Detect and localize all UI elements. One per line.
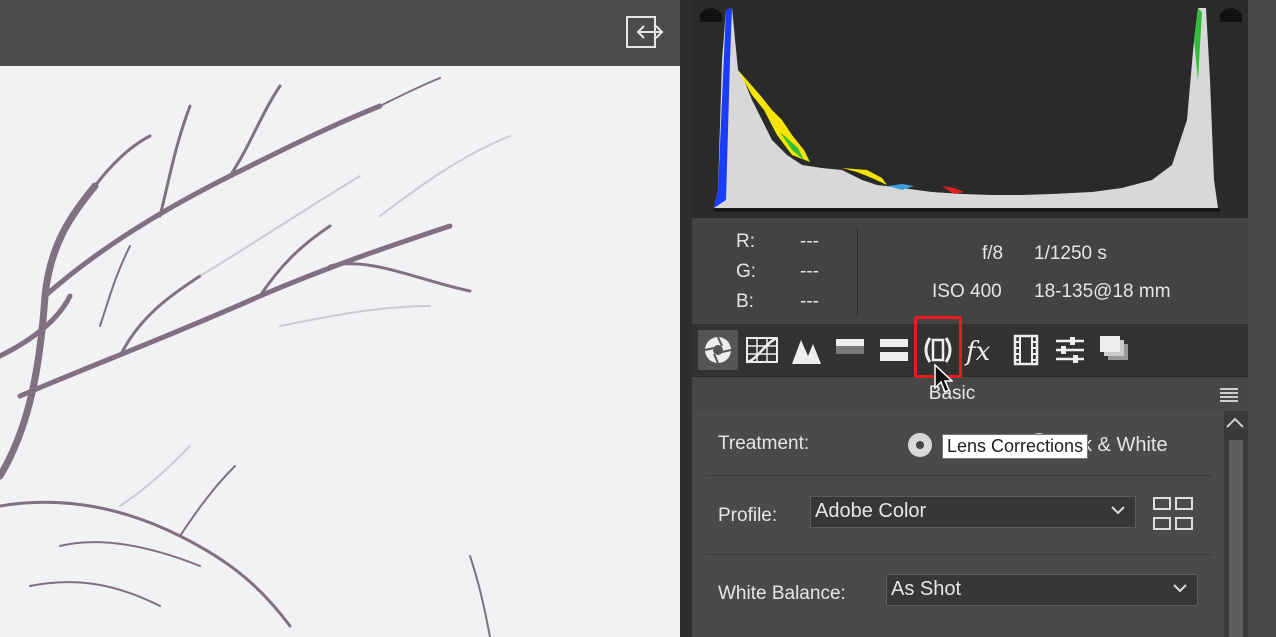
image-info-readout: R: G: B: --- --- --- f/8 1/1250 s ISO 40… [692, 218, 1248, 324]
tooltip: Lens Corrections [942, 434, 1089, 459]
tab-basic[interactable] [698, 330, 738, 370]
cursor-arrow-icon [934, 363, 954, 394]
image-preview[interactable] [0, 66, 680, 637]
info-separator [857, 228, 858, 316]
panel-divider[interactable] [680, 0, 692, 637]
menu-icon [1220, 388, 1238, 402]
white-balance-label: White Balance: [718, 583, 846, 604]
profile-label: Profile: [718, 505, 778, 526]
tab-tone-curve[interactable] [742, 330, 782, 370]
scrollbar-thumb[interactable] [1229, 440, 1243, 637]
toggle-fullscreen-button[interactable] [624, 14, 664, 50]
tab-detail[interactable] [786, 330, 826, 370]
divider [706, 554, 1212, 555]
highlight-clipping-icon [1220, 8, 1242, 22]
shadow-clipping-icon [700, 8, 722, 22]
r-label: R: [736, 231, 755, 252]
chevron-down-icon [1173, 584, 1187, 593]
sliders-icon [1056, 337, 1084, 363]
profile-value: Adobe Color [815, 500, 927, 522]
tab-effects[interactable]: fx [962, 330, 1002, 370]
treatment-color-radio[interactable] [907, 432, 933, 458]
divider [706, 475, 1212, 476]
right-panel: R: G: B: --- --- --- f/8 1/1250 s ISO 40… [692, 0, 1276, 637]
highlight-clipping-toggle[interactable] [1218, 2, 1244, 24]
tab-presets[interactable] [1050, 330, 1090, 370]
b-value: --- [800, 291, 819, 312]
tree-branches-photo [0, 77, 511, 637]
snapshots-icon [1100, 336, 1128, 360]
r-value: --- [800, 231, 819, 252]
section-header: Basic [692, 376, 1248, 411]
panel-tabs: fx [692, 324, 1248, 376]
g-label: G: [736, 261, 757, 282]
mouse-cursor [933, 363, 954, 394]
window-edge [1248, 0, 1276, 637]
aperture-value: f/8 [982, 243, 1004, 264]
tone-curve-icon [746, 336, 778, 364]
fx-icon: fx [964, 337, 991, 367]
aperture-icon [704, 336, 732, 364]
lens-value: 18-135@18 mm [1034, 281, 1171, 302]
split-toning-icon [880, 339, 908, 361]
panel-menu-button[interactable] [1218, 386, 1240, 404]
profile-browser-button[interactable] [1152, 496, 1194, 532]
tab-camera-calibration[interactable] [1006, 330, 1046, 370]
hsl-icon [836, 339, 864, 361]
fullscreen-exit-icon [626, 16, 664, 48]
grid-icon [1153, 497, 1193, 530]
white-balance-value: As Shot [891, 578, 962, 600]
profile-dropdown[interactable]: Adobe Color [810, 496, 1136, 528]
radio-selected-icon [908, 433, 932, 457]
shutter-value: 1/1250 s [1034, 243, 1107, 264]
white-balance-dropdown[interactable]: As Shot [886, 574, 1198, 606]
g-value: --- [800, 261, 819, 282]
svg-text:fx: fx [964, 337, 991, 367]
shadow-clipping-toggle[interactable] [698, 2, 724, 24]
b-label: B: [736, 291, 754, 312]
scroll-up-button[interactable] [1224, 414, 1246, 432]
tab-split-toning[interactable] [874, 330, 914, 370]
tab-snapshots[interactable] [1094, 330, 1134, 370]
iso-value: ISO 400 [932, 281, 1002, 302]
chevron-down-icon [1111, 506, 1125, 515]
treatment-label: Treatment: [718, 433, 810, 454]
histogram [692, 0, 1248, 218]
detail-icon [792, 340, 821, 364]
viewer-top-bar [0, 0, 680, 66]
chevron-up-icon [1226, 417, 1244, 428]
tab-hsl[interactable] [830, 330, 870, 370]
film-strip-icon [1013, 334, 1039, 366]
treatment-bw-label: k & White [1082, 434, 1168, 456]
